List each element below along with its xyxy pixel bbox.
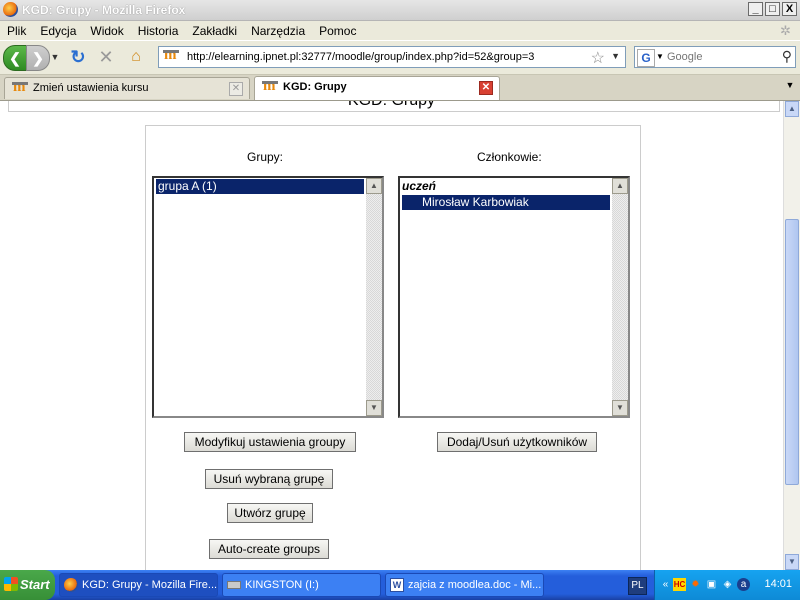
tab-zmien-ustawienia[interactable]: Zmień ustawienia kursu ✕ bbox=[4, 77, 250, 99]
history-dropdown-button[interactable]: ▼ bbox=[50, 45, 60, 69]
reload-icon: ↻ bbox=[70, 46, 86, 67]
sun-tray-icon[interactable]: ✹ bbox=[689, 578, 702, 591]
auto-create-groups-button[interactable]: Auto-create groups bbox=[209, 539, 329, 559]
tab-list-button[interactable]: ▼ bbox=[783, 80, 797, 94]
members-listbox[interactable]: uczeń Mirosław Karbowiak ▲ ▼ bbox=[398, 176, 630, 418]
google-engine-icon[interactable]: G bbox=[637, 49, 655, 67]
back-button[interactable]: ❮ bbox=[3, 45, 27, 71]
tab-label: Zmień ustawienia kursu bbox=[33, 82, 149, 94]
group-option[interactable]: grupa A (1) bbox=[156, 179, 364, 194]
menu-bar: Plik Edycja Widok Historia Zakładki Narz… bbox=[0, 21, 800, 40]
task-label: zajcia z moodlea.doc - Mi... bbox=[408, 579, 542, 591]
scroll-up-icon[interactable]: ▲ bbox=[785, 101, 799, 117]
home-button[interactable]: ⌂ bbox=[124, 45, 148, 69]
url-bar[interactable]: http://elearning.ipnet.pl:32777/moodle/g… bbox=[158, 46, 626, 68]
add-remove-users-button[interactable]: Dodaj/Usuń użytkowników bbox=[437, 432, 597, 452]
forward-button[interactable]: ❯ bbox=[26, 45, 50, 71]
tab-label: KGD: Grupy bbox=[283, 81, 347, 93]
menu-item-widok[interactable]: Widok bbox=[83, 21, 130, 40]
scroll-down-icon[interactable]: ▼ bbox=[785, 554, 799, 570]
task-word-document[interactable]: W zajcia z moodlea.doc - Mi... bbox=[385, 573, 544, 597]
scroll-down-icon[interactable]: ▼ bbox=[612, 400, 628, 416]
window-title: KGD: Grupy - Mozilla Firefox bbox=[22, 3, 186, 17]
edit-group-button[interactable]: Modyfikuj ustawienia groupy bbox=[184, 432, 356, 452]
drive-icon bbox=[227, 581, 241, 589]
menu-item-pomoc[interactable]: Pomoc bbox=[312, 21, 363, 40]
page-content: KGD: Grupy Grupy: Członkowie: grupa A (1… bbox=[0, 101, 783, 570]
groups-panel: Grupy: Członkowie: grupa A (1) ▲ ▼ uczeń… bbox=[145, 125, 641, 570]
groups-listbox[interactable]: grupa A (1) ▲ ▼ bbox=[152, 176, 384, 418]
menu-item-zakladki[interactable]: Zakładki bbox=[185, 21, 244, 40]
taskbar: Start KGD: Grupy - Mozilla Fire... KINGS… bbox=[0, 570, 800, 600]
groups-scrollbar[interactable]: ▲ ▼ bbox=[366, 178, 382, 416]
scroll-up-icon[interactable]: ▲ bbox=[612, 178, 628, 194]
engine-dropdown-icon[interactable]: ▼ bbox=[656, 52, 664, 61]
chevron-down-icon: ▼ bbox=[785, 80, 795, 90]
page-title: KGD: Grupy bbox=[0, 101, 783, 110]
menu-item-edycja[interactable]: Edycja bbox=[33, 21, 83, 40]
show-hidden-icons-icon[interactable]: « bbox=[659, 578, 672, 591]
clock[interactable]: 14:01 bbox=[764, 578, 792, 590]
members-role-group: uczeń bbox=[402, 179, 437, 193]
menu-item-plik[interactable]: Plik bbox=[0, 21, 33, 40]
start-label: Start bbox=[20, 577, 50, 592]
page-scrollbar[interactable]: ▲ ▼ bbox=[783, 101, 800, 570]
throbber-icon: ✲ bbox=[780, 23, 791, 38]
members-scrollbar[interactable]: ▲ ▼ bbox=[612, 178, 628, 416]
search-input[interactable] bbox=[667, 49, 771, 65]
maximize-button[interactable]: □ bbox=[765, 2, 780, 16]
firefox-icon bbox=[3, 2, 18, 17]
bookmark-star-icon[interactable]: ☆ bbox=[591, 48, 605, 68]
arrow-right-icon: ❯ bbox=[32, 49, 44, 66]
firefox-icon bbox=[64, 578, 78, 592]
moodle-favicon-icon bbox=[262, 78, 278, 95]
window-titlebar[interactable]: KGD: Grupy - Mozilla Firefox _ □ X bbox=[0, 0, 800, 21]
create-group-button[interactable]: Utwórz grupę bbox=[227, 503, 313, 523]
search-icon[interactable]: ⚲ bbox=[782, 48, 792, 65]
groups-label: Grupy: bbox=[247, 150, 284, 164]
network-tray-icon[interactable]: ▣ bbox=[705, 578, 718, 591]
tab-kgd-grupy[interactable]: KGD: Grupy ✕ bbox=[254, 76, 500, 100]
language-indicator[interactable]: PL bbox=[628, 577, 647, 595]
member-option[interactable]: Mirosław Karbowiak bbox=[402, 195, 610, 210]
tab-close-icon[interactable]: ✕ bbox=[229, 82, 243, 96]
scroll-up-icon[interactable]: ▲ bbox=[366, 178, 382, 194]
task-firefox[interactable]: KGD: Grupy - Mozilla Fire... bbox=[59, 573, 218, 597]
tab-close-icon[interactable]: ✕ bbox=[479, 81, 493, 95]
security-tray-icon[interactable]: a bbox=[737, 578, 750, 591]
close-button[interactable]: X bbox=[782, 2, 797, 16]
url-dropdown-icon[interactable]: ▼ bbox=[611, 51, 620, 61]
scroll-down-icon[interactable]: ▼ bbox=[366, 400, 382, 416]
chevron-down-icon: ▼ bbox=[50, 52, 60, 62]
task-label: KGD: Grupy - Mozilla Fire... bbox=[82, 579, 218, 591]
tab-bar: Zmień ustawienia kursu ✕ KGD: Grupy ✕ bbox=[0, 75, 800, 101]
volume-tray-icon[interactable]: ◈ bbox=[721, 578, 734, 591]
scrollbar-thumb[interactable] bbox=[785, 219, 799, 485]
windows-logo-icon bbox=[4, 577, 18, 591]
arrow-left-icon: ❮ bbox=[9, 49, 21, 66]
reload-button[interactable]: ↻ bbox=[66, 45, 90, 69]
members-label: Członkowie: bbox=[477, 150, 542, 164]
search-bar[interactable]: G ▼ ⚲ bbox=[634, 46, 796, 68]
task-kingston[interactable]: KINGSTON (I:) bbox=[222, 573, 381, 597]
menu-item-narzedzia[interactable]: Narzędzia bbox=[244, 21, 312, 40]
task-label: KINGSTON (I:) bbox=[245, 579, 319, 591]
stop-icon: ✕ bbox=[98, 46, 114, 67]
stop-button[interactable]: ✕ bbox=[94, 45, 118, 69]
delete-group-button[interactable]: Usuń wybraną grupę bbox=[205, 469, 333, 489]
moodle-favicon-icon bbox=[163, 47, 179, 64]
url-text[interactable]: http://elearning.ipnet.pl:32777/moodle/g… bbox=[187, 51, 534, 63]
word-document-icon: W bbox=[390, 578, 404, 592]
menu-item-historia[interactable]: Historia bbox=[131, 21, 186, 40]
hc-tray-icon[interactable]: HC bbox=[673, 578, 686, 591]
moodle-favicon-icon bbox=[12, 79, 28, 96]
system-tray: « HC ✹ ▣ ◈ a 14:01 bbox=[654, 570, 800, 600]
start-button[interactable]: Start bbox=[0, 570, 55, 600]
minimize-button[interactable]: _ bbox=[748, 2, 763, 16]
home-icon: ⌂ bbox=[131, 48, 141, 65]
